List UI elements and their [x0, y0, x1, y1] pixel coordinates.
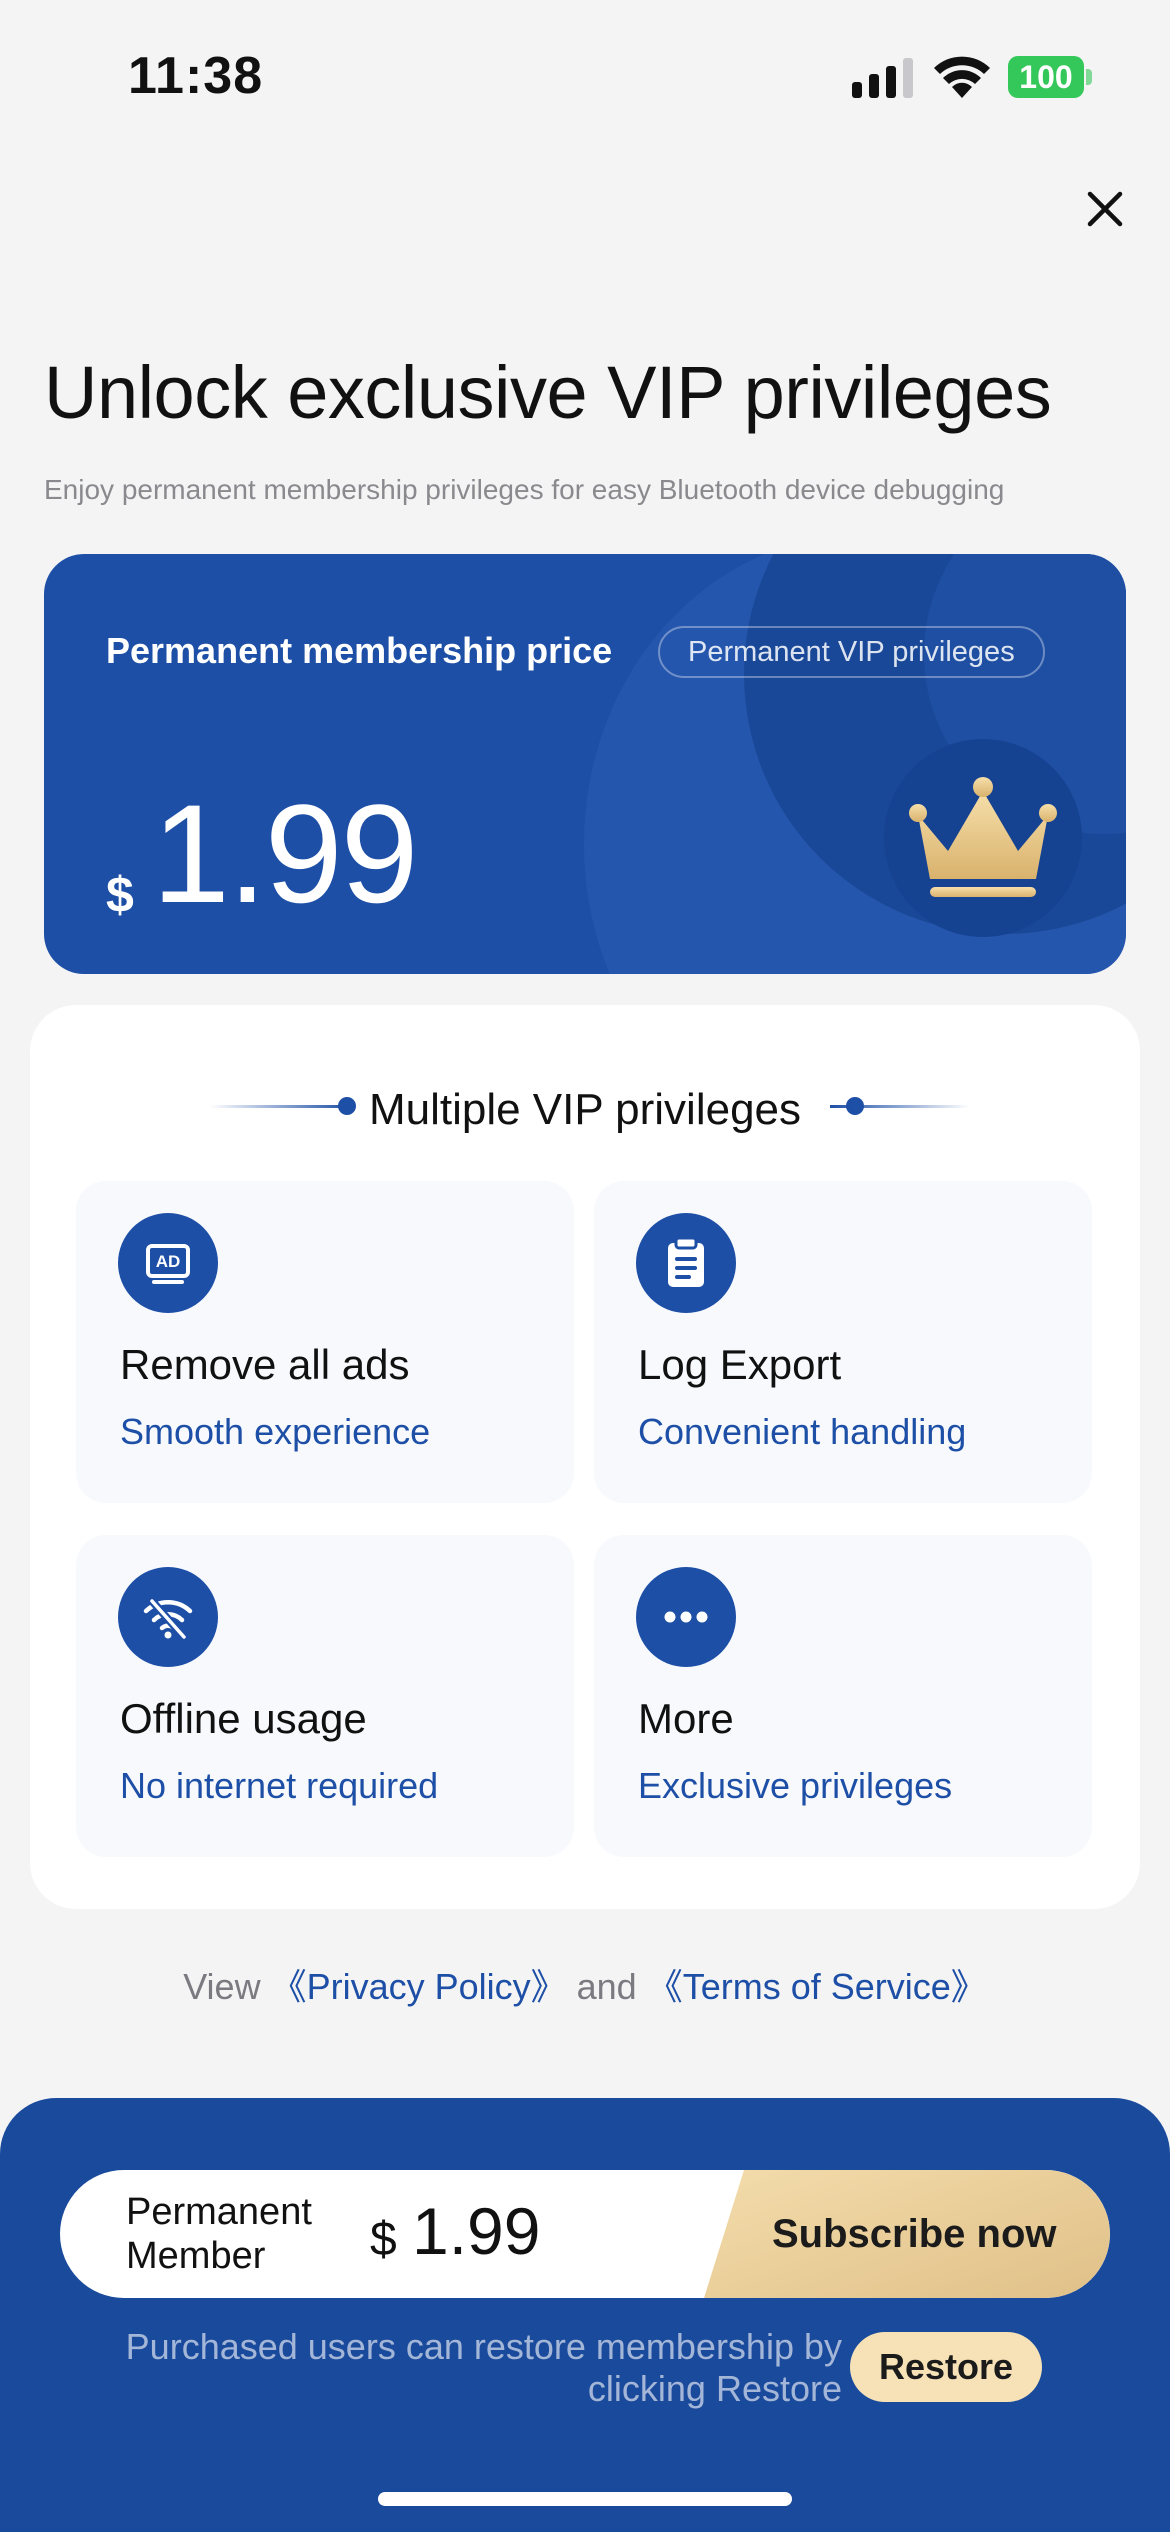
privilege-title: More: [638, 1695, 734, 1742]
section-title: Multiple VIP privileges: [368, 1085, 802, 1134]
privilege-title: Offline usage: [120, 1695, 367, 1742]
wifi-icon: [934, 56, 990, 98]
vip-badge: Permanent VIP privileges: [658, 626, 1045, 678]
status-time: 11:38: [128, 47, 264, 105]
privileges-card: Multiple VIP privileges AD Remove all ad…: [30, 1005, 1140, 1909]
policy-links: View 《Privacy Policy》 and 《Terms of Serv…: [0, 1958, 1170, 2010]
currency-symbol: $: [106, 867, 134, 923]
privacy-policy-link[interactable]: 《Privacy Policy》: [271, 1966, 567, 2007]
crown-icon: [909, 777, 1057, 897]
terms-of-service-link[interactable]: 《Terms of Service》: [647, 1966, 987, 2007]
page-title: Unlock exclusive VIP privileges: [44, 351, 1052, 434]
privilege-subtitle: Convenient handling: [638, 1411, 967, 1452]
privilege-tile-more: More Exclusive privileges: [594, 1535, 1092, 1857]
price-amount: 1.99: [152, 775, 418, 932]
restore-note: Purchased users can restore membership b…: [125, 2326, 842, 2409]
subscribe-button[interactable]: Subscribe now: [704, 2170, 1110, 2298]
purchase-bar: Permanent Member $ 1.99 Subscribe now: [60, 2170, 1110, 2298]
policy-conjunction: and: [566, 1966, 647, 2007]
crown-badge: [884, 739, 1082, 937]
subscribe-label: Subscribe now: [772, 2212, 1057, 2256]
price-label: Permanent membership price: [106, 630, 613, 671]
ad-icon: AD: [118, 1213, 218, 1313]
wifi-off-icon: [118, 1567, 218, 1667]
svg-text:AD: AD: [156, 1252, 181, 1271]
status-bar: 11:38 100: [0, 0, 1170, 150]
policy-prefix: View: [183, 1966, 271, 2007]
purchase-panel: Permanent Member $ 1.99 Subscribe now Pu…: [0, 2098, 1170, 2532]
privilege-title: Remove all ads: [120, 1341, 410, 1388]
home-indicator: [378, 2492, 792, 2506]
plan-label: Permanent Member: [126, 2191, 312, 2277]
plan-price: 1.99: [412, 2194, 541, 2268]
plan-currency: $: [370, 2213, 397, 2266]
price-card: Permanent membership price Permanent VIP…: [44, 554, 1126, 974]
more-icon: [636, 1567, 736, 1667]
privilege-subtitle: No internet required: [120, 1765, 439, 1806]
privilege-subtitle: Smooth experience: [120, 1411, 431, 1452]
privilege-tile-log-export: Log Export Convenient handling: [594, 1181, 1092, 1503]
privilege-tile-remove-ads: AD Remove all ads Smooth experience: [76, 1181, 574, 1503]
page-subtitle: Enjoy permanent membership privileges fo…: [44, 474, 1005, 505]
privilege-title: Log Export: [638, 1341, 842, 1388]
clipboard-icon: [636, 1213, 736, 1313]
battery-icon: 100: [1008, 56, 1092, 98]
restore-button[interactable]: Restore: [850, 2332, 1042, 2402]
battery-level: 100: [1008, 56, 1084, 98]
close-icon[interactable]: [1080, 184, 1130, 234]
privilege-tile-offline: Offline usage No internet required: [76, 1535, 574, 1857]
privilege-subtitle: Exclusive privileges: [638, 1765, 953, 1806]
cellular-signal-icon: [852, 58, 913, 98]
